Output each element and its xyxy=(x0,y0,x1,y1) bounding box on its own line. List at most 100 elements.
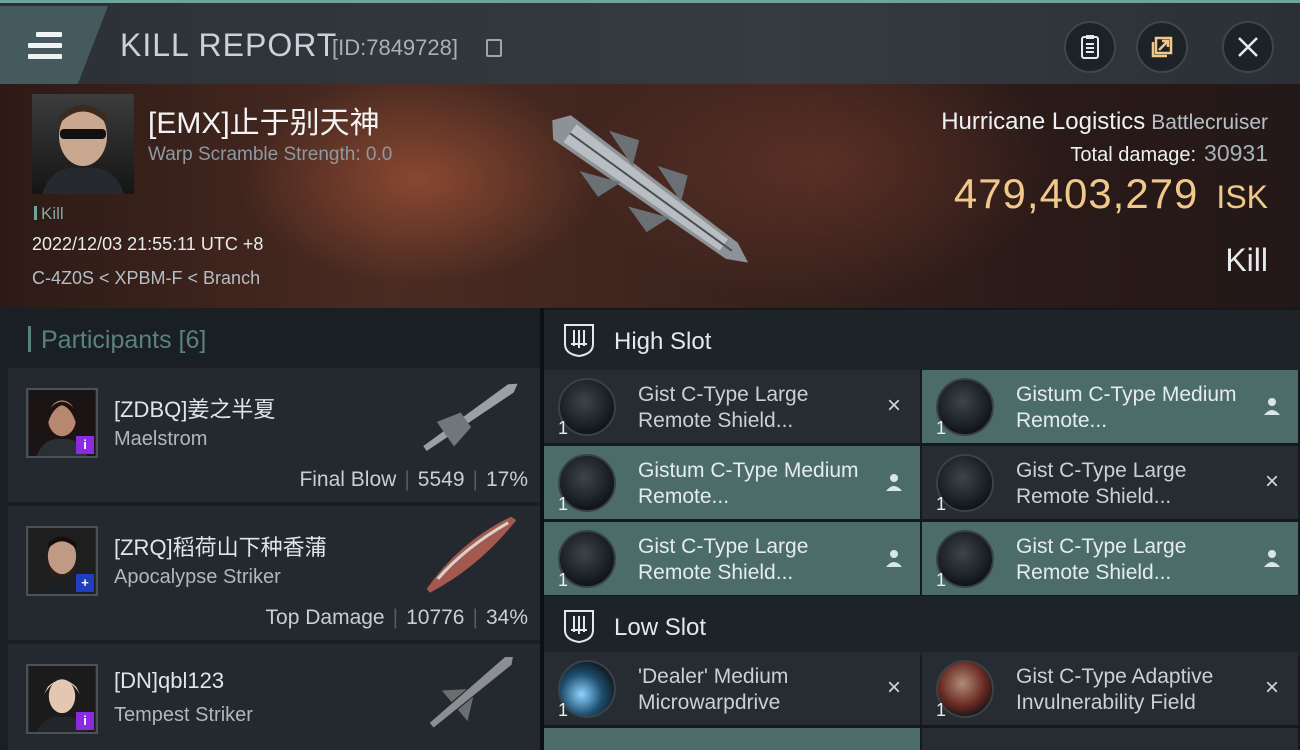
destroyed-icon: × xyxy=(886,674,901,701)
module-item[interactable]: 1 Gistum C-Type Medium Remote... xyxy=(544,446,920,519)
module-quantity: 1 xyxy=(558,700,569,720)
fitting-panel: High Slot 1 Gist C-Type Large Remote Shi… xyxy=(544,308,1300,750)
module-item[interactable] xyxy=(922,728,1298,750)
high-slot-icon xyxy=(564,324,594,358)
participant-percent: 34% xyxy=(485,606,528,629)
module-item[interactable]: 1 Gist C-Type Large Remote Shield... × xyxy=(544,370,920,443)
module-quantity: 1 xyxy=(558,418,569,438)
module-name: Gist C-Type Large Remote Shield... xyxy=(638,383,809,432)
dropped-person-icon xyxy=(1264,398,1280,415)
stat-separator: | xyxy=(472,606,478,629)
clipboard-icon xyxy=(1081,35,1099,59)
victim-ship-image xyxy=(552,115,749,263)
destroyed-icon: × xyxy=(1264,468,1279,495)
module-quantity: 1 xyxy=(558,494,569,514)
hamburger-icon xyxy=(28,32,62,60)
destroyed-icon: × xyxy=(1264,674,1279,701)
share-icon xyxy=(1151,36,1173,58)
dropped-person-icon xyxy=(886,474,902,491)
module-quantity: 1 xyxy=(936,418,947,438)
high-slot-title: High Slot xyxy=(614,328,712,355)
participant-avatar: i xyxy=(26,388,98,458)
module-name: Gist C-Type Large Remote Shield... xyxy=(638,535,809,584)
participant-avatar: + xyxy=(26,526,98,596)
participant-stats: Top Damage | 10776 | 34% xyxy=(266,606,528,630)
participant-ship-image xyxy=(423,383,518,452)
kill-tag: Kill xyxy=(34,204,64,224)
copy-id-icon[interactable] xyxy=(486,39,502,57)
low-slot-icon xyxy=(564,610,594,644)
destroyed-icon: × xyxy=(886,392,901,419)
participant-badge: i xyxy=(76,712,94,730)
participants-panel: Participants [6] i [ZDBQ]姜之半夏 Maelstrom … xyxy=(0,308,540,750)
module-quantity: 1 xyxy=(936,494,947,514)
participant-row[interactable]: i [DN]qbl123 Tempest Striker xyxy=(8,644,540,750)
module-quantity: 1 xyxy=(558,570,569,590)
module-item[interactable] xyxy=(544,728,920,750)
top-bar: KILL REPORT [ID:7849728] xyxy=(0,0,1300,84)
report-id: [ID:7849728] xyxy=(332,35,458,60)
victim-ship: Hurricane Logistics Battlecruiser xyxy=(941,108,1268,136)
victim-ship-class: Battlecruiser xyxy=(1151,111,1268,134)
warp-scramble-strength: Warp Scramble Strength: 0.0 xyxy=(148,144,393,165)
victim-pilot-name[interactable]: [EMX]止于别天神 xyxy=(148,98,380,142)
victim-ship-name[interactable]: Hurricane Logistics xyxy=(941,108,1145,135)
clipboard-button[interactable] xyxy=(1064,21,1116,73)
total-damage-label: Total damage: xyxy=(1070,144,1197,166)
low-slot-title: Low Slot xyxy=(614,614,707,641)
participant-damage: 5549 xyxy=(417,468,465,491)
participants-title: Participants [6] xyxy=(28,326,206,355)
participant-avatar: i xyxy=(26,664,98,734)
module-name: 'Dealer' Medium Microwarpdrive xyxy=(638,665,789,714)
participant-row[interactable]: + [ZRQ]稻荷山下种香蒲 Apocalypse Striker Top Da… xyxy=(8,506,540,640)
module-item[interactable]: 1 Gist C-Type Large Remote Shield... xyxy=(922,522,1298,595)
isk-value: 479,403,279 xyxy=(953,170,1199,217)
participant-role: Top Damage xyxy=(265,606,385,629)
page-title: KILL REPORT xyxy=(120,27,338,63)
dropped-person-icon xyxy=(886,550,902,567)
participant-row[interactable]: i [ZDBQ]姜之半夏 Maelstrom Final Blow | 5549 | 1… xyxy=(8,368,540,502)
participant-ship: Apocalypse Striker xyxy=(114,566,281,588)
module-item[interactable]: 1 Gist C-Type Large Remote Shield... xyxy=(544,522,920,595)
participant-ship-image xyxy=(429,657,513,728)
participant-ship-image xyxy=(426,516,517,593)
participant-badge: + xyxy=(76,574,94,592)
participant-name: [DN]qbl123 xyxy=(114,668,225,693)
stat-separator: | xyxy=(472,468,478,491)
dropped-person-icon xyxy=(1264,550,1280,567)
module-name: Gist C-Type Large Remote Shield... xyxy=(1016,459,1187,508)
module-item[interactable]: 1 Gist C-Type Large Remote Shield... × xyxy=(922,446,1298,519)
participant-badge: i xyxy=(76,436,94,454)
module-item[interactable]: 1 Gistum C-Type Medium Remote... xyxy=(922,370,1298,443)
isk-unit: ISK xyxy=(1216,179,1268,215)
victim-summary: [EMX]止于别天神 Warp Scramble Strength: 0.0 K… xyxy=(0,84,1300,308)
participant-damage: 10776 xyxy=(406,606,465,629)
module-name: Gistum C-Type Medium Remote... xyxy=(638,459,859,508)
participant-percent: 17% xyxy=(485,468,528,491)
module-name: Gistum C-Type Medium Remote... xyxy=(1016,383,1237,432)
total-damage-value: 30931 xyxy=(1204,140,1268,166)
result-label: Kill xyxy=(1225,242,1268,278)
participant-ship: Tempest Striker xyxy=(114,704,253,726)
participant-name: [ZRQ]稻荷山下种香蒲 xyxy=(114,535,327,560)
module-item[interactable]: 1 'Dealer' Medium Microwarpdrive × xyxy=(544,652,920,725)
low-slot-header: Low Slot xyxy=(544,596,1300,656)
module-quantity: 1 xyxy=(936,570,947,590)
total-damage: Total damage: 30931 xyxy=(1070,140,1268,167)
high-slot-header: High Slot xyxy=(544,310,1300,370)
close-icon xyxy=(1238,37,1258,57)
close-button[interactable] xyxy=(1222,21,1274,73)
share-button[interactable] xyxy=(1136,21,1188,73)
participant-ship: Maelstrom xyxy=(114,428,208,450)
module-name: Gist C-Type Adaptive Invulnerability Fie… xyxy=(1016,665,1214,714)
module-quantity: 1 xyxy=(936,700,947,720)
module-item[interactable]: 1 Gist C-Type Adaptive Invulnerability F… xyxy=(922,652,1298,725)
module-name: Gist C-Type Large Remote Shield... xyxy=(1016,535,1187,584)
kill-location[interactable]: C-4Z0S < XPBM-F < Branch xyxy=(32,268,260,289)
isk-loss: 479,403,279 ISK xyxy=(954,170,1268,218)
stat-separator: | xyxy=(404,468,410,491)
menu-button[interactable] xyxy=(0,6,108,84)
stat-separator: | xyxy=(392,606,399,629)
victim-avatar[interactable] xyxy=(32,94,134,194)
participant-name: [ZDBQ]姜之半夏 xyxy=(114,397,276,422)
